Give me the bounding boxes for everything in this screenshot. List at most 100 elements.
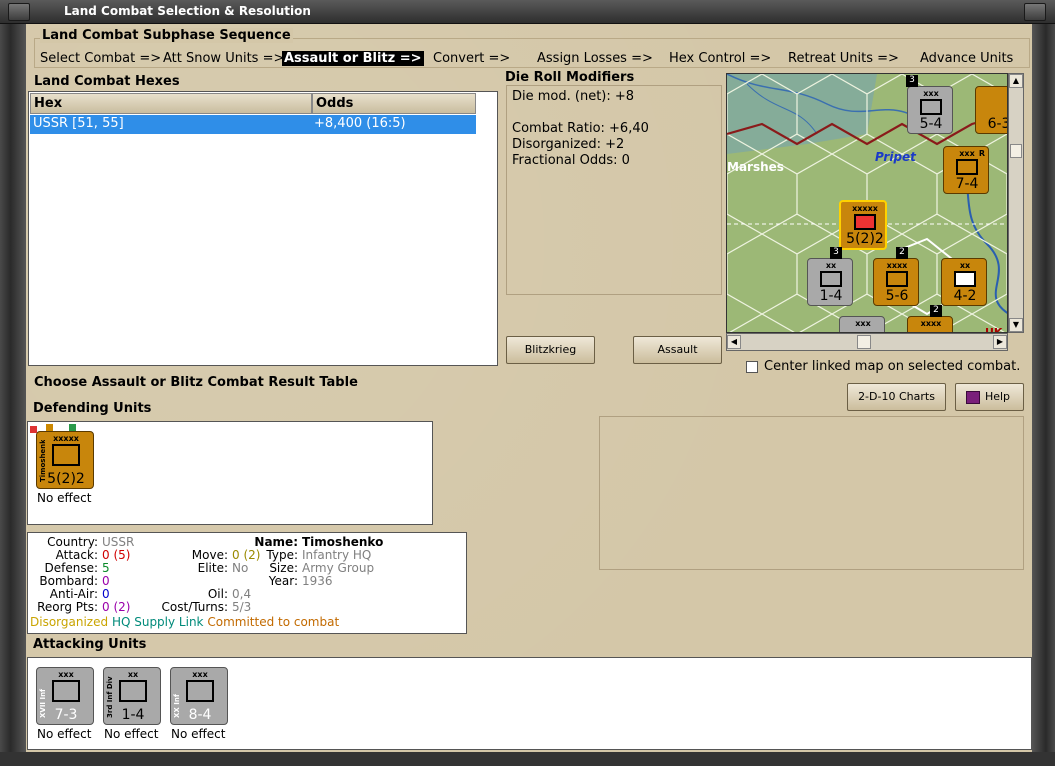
blitzkrieg-button[interactable]: Blitzkrieg [506, 336, 595, 364]
defending-unit-counter[interactable]: xxxxx Timoshenko 5(2)2 [36, 431, 94, 489]
attacking-unit-counter[interactable]: xxx XX Inf 8-4 [170, 667, 228, 725]
scroll-left-icon[interactable]: ◀ [727, 335, 741, 349]
infantry-icon [820, 271, 842, 287]
drm-label: Die Roll Modifiers [505, 70, 635, 85]
scroll-thumb[interactable] [1010, 144, 1022, 158]
scroll-up-icon[interactable]: ▲ [1009, 74, 1023, 88]
map-unit-value: 5(2)2 [846, 231, 884, 247]
scroll-right-icon[interactable]: ▶ [993, 335, 1007, 349]
info-move-value: 0 [232, 548, 240, 562]
infantry-icon [52, 680, 80, 702]
map-label-pripet: Pripet [875, 150, 916, 164]
linked-map[interactable]: Marshes Pripet UK xxx 5-4 3 6-3 xxx 7-4 … [726, 73, 1008, 333]
seq-step-assign-losses: Assign Losses => [537, 51, 653, 66]
map-unit-selected[interactable]: xxxxx 5(2)2 [839, 200, 887, 250]
center-map-label: Center linked map on selected combat. [764, 359, 1021, 374]
map-unit-size: xxxxx [852, 204, 878, 213]
map-horizontal-scrollbar[interactable]: ◀ ▶ [726, 333, 1008, 351]
reserve-badge: R [978, 149, 985, 158]
infantry-icon [956, 159, 978, 175]
info-bombard: 0 [102, 574, 110, 588]
hex-cell: USSR [51, 55] [33, 116, 124, 131]
map-unit[interactable]: xx 4-2 [941, 258, 987, 306]
info-reorg-value: 0 [102, 600, 110, 614]
info-attack-value: 0 [102, 548, 110, 562]
info-type-label: Type: [266, 548, 298, 562]
help-button-label: Help [984, 390, 1011, 403]
seq-step-convert: Convert => [433, 51, 511, 66]
info-cost: 5/3 [232, 600, 252, 614]
hex-column-header[interactable]: Hex [30, 93, 312, 114]
seq-step-assault-blitz: Assault or Blitz => [282, 51, 424, 66]
window-menu-icon[interactable] [8, 3, 30, 21]
drm-net: Die mod. (net): +8 [512, 89, 635, 104]
seq-step-advance: Advance Units [920, 51, 1014, 66]
stack-count: 2 [896, 247, 908, 259]
odds-cell: +8,400 (16:5) [314, 116, 406, 131]
map-unit-value: 7-4 [955, 176, 979, 192]
attacking-unit-counter[interactable]: xx 3rd Inf Div 1-4 [103, 667, 161, 725]
help-book-icon [966, 391, 980, 404]
scroll-down-icon[interactable]: ▼ [1009, 318, 1023, 332]
help-button[interactable]: Help [955, 383, 1024, 411]
stack-count: 3 [830, 247, 842, 259]
info-reorg-label: Reorg Pts: [37, 600, 98, 614]
table-row[interactable]: USSR [51, 55] +8,400 (16:5) [30, 115, 476, 134]
map-unit-value: 5-6 [885, 288, 909, 304]
combat-flame-icon [854, 214, 876, 230]
status-hq-supply: HQ Supply Link [111, 615, 204, 629]
assault-button[interactable]: Assault [633, 336, 722, 364]
title-bar: Land Combat Selection & Resolution [0, 0, 1055, 24]
odds-column-header[interactable]: Odds [312, 93, 476, 114]
info-antiair: 0 [102, 587, 110, 601]
map-unit[interactable]: xxx 7-4 R [943, 146, 989, 194]
info-bombard-label: Bombard: [39, 574, 98, 588]
window-title: Land Combat Selection & Resolution [64, 4, 311, 18]
subphase-sequence-label: Land Combat Subphase Sequence [40, 28, 293, 43]
info-reorg-paren: (2) [113, 600, 131, 614]
unit-value: 7-3 [54, 707, 78, 723]
map-unit[interactable]: xxx 5-4 3 [906, 75, 953, 134]
drm-combat-ratio: Combat Ratio: +6,40 [512, 121, 649, 136]
map-unit[interactable]: xxxx 2 [907, 305, 953, 332]
status-dot-icon [30, 426, 37, 433]
infantry-icon [920, 99, 942, 115]
info-antiair-label: Anti-Air: [49, 587, 98, 601]
unit-value: 8-4 [188, 707, 212, 723]
frame-bottom [0, 752, 1055, 766]
info-defense: 5 [102, 561, 110, 575]
map-unit-size: xxxx [886, 261, 908, 270]
info-defense-label: Defense: [44, 561, 98, 575]
attacking-unit-result: No effect [104, 727, 159, 741]
combat-hexes-label: Land Combat Hexes [34, 74, 180, 89]
map-unit[interactable]: 6-3 [975, 86, 1007, 134]
info-size: Army Group [302, 561, 375, 575]
info-cost-label: Cost/Turns: [161, 600, 228, 614]
infantry-icon [119, 680, 147, 702]
map-unit[interactable]: xxx [839, 316, 885, 332]
unit-value: 1-4 [121, 707, 145, 723]
charts-button[interactable]: 2-D-10 Charts [847, 383, 946, 411]
map-unit-size: xx [959, 261, 971, 270]
info-elite-label: Elite: [197, 561, 228, 575]
info-country: USSR [102, 535, 135, 549]
info-attack: 0 (5) [102, 548, 130, 562]
scroll-thumb[interactable] [857, 335, 871, 349]
info-attack-paren: (5) [113, 548, 131, 562]
info-oil-label: Oil: [207, 587, 228, 601]
attacking-unit-counter[interactable]: xxx XVII Inf 7-3 [36, 667, 94, 725]
map-unit[interactable]: xxxx 5-6 2 [873, 247, 919, 306]
map-unit[interactable]: xx 1-4 3 [807, 247, 853, 306]
attacking-unit-result: No effect [37, 727, 92, 741]
map-unit-size: xxxx [920, 319, 942, 328]
mountain-icon [954, 271, 976, 287]
close-icon[interactable] [1024, 3, 1046, 21]
center-map-checkbox[interactable] [746, 361, 758, 373]
info-attack-label: Attack: [55, 548, 98, 562]
infantry-icon [52, 444, 80, 466]
frame-left [0, 24, 26, 766]
defending-units-label: Defending Units [33, 401, 152, 416]
map-vertical-scrollbar[interactable]: ▲ ▼ [1008, 73, 1024, 333]
info-country-label: Country: [47, 535, 98, 549]
seq-step-retreat: Retreat Units => [788, 51, 899, 66]
